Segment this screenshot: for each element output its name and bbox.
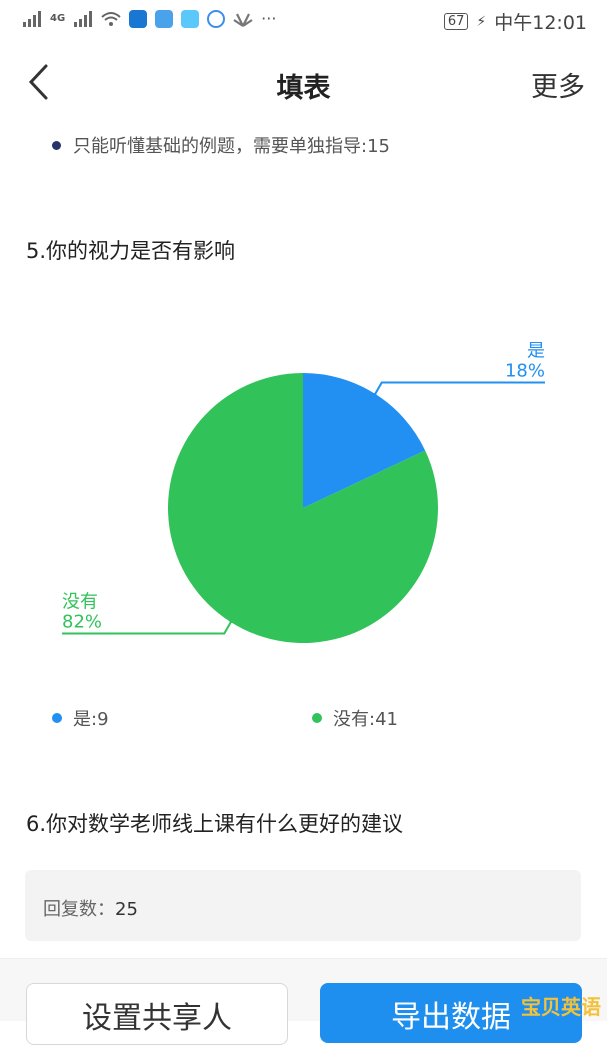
reply-count-text: 回复数：25	[43, 895, 138, 921]
battery-icon: 67	[443, 13, 469, 30]
more-button[interactable]: 更多	[531, 65, 585, 104]
signal-icon-2	[74, 10, 93, 27]
reply-count-box[interactable]: 回复数：25	[25, 870, 581, 941]
q4-option-text: 只能听懂基础的例题，需要单独指导:15	[73, 136, 390, 157]
slice-percent-0: 18%	[505, 361, 545, 382]
status-bar: 4G ··· 67 ⚡ 中午12:01	[0, 0, 607, 40]
app-send-icon	[155, 9, 174, 28]
watermark: 宝贝英语	[521, 995, 601, 1019]
status-time: 中午12:01	[494, 12, 587, 34]
slice-percent-1: 82%	[62, 611, 102, 632]
charging-icon: ⚡	[476, 13, 487, 30]
set-sharer-button[interactable]: 设置共享人	[26, 983, 288, 1045]
slice-label-1: 没有	[62, 591, 98, 612]
reply-count: 25	[115, 899, 138, 920]
legend-item-yes: 是:9	[52, 705, 109, 731]
reply-label: 回复数：	[43, 899, 115, 920]
vision-pie-chart: 是18% 没有82%	[62, 341, 545, 643]
bottom-action-bar: 设置共享人 导出数据	[0, 958, 607, 1045]
app-plane-icon	[181, 9, 200, 28]
huawei-icon	[233, 13, 253, 27]
wifi-icon	[101, 11, 121, 26]
legend-label-yes: 是:9	[73, 709, 109, 730]
legend-item-no: 没有:41	[312, 705, 398, 731]
chart-legend: 是:9 没有:41	[0, 705, 607, 735]
q6-question: 6.你对数学老师线上课有什么更好的建议	[26, 812, 404, 836]
app-shield-icon	[129, 9, 148, 28]
q4-option-row: 只能听懂基础的例题，需要单独指导:15	[52, 132, 390, 158]
legend-dot-yes	[52, 713, 62, 723]
leader-line-0	[372, 381, 545, 398]
network-type-label: 4G	[50, 13, 66, 24]
q5-question: 5.你的视力是否有影响	[26, 239, 236, 263]
status-right: 67 ⚡ 中午12:01	[443, 8, 587, 35]
legend-dot-no	[312, 713, 322, 723]
legend-label-no: 没有:41	[333, 709, 398, 730]
app-circle-icon	[207, 9, 226, 28]
more-notifications-icon: ···	[261, 9, 277, 28]
page-title: 填表	[276, 73, 331, 104]
header: 填表 更多	[0, 40, 607, 122]
bullet-dot	[52, 140, 61, 150]
slice-label-0: 是	[527, 341, 545, 362]
signal-icon	[23, 10, 41, 27]
status-left: 4G ···	[22, 9, 276, 28]
